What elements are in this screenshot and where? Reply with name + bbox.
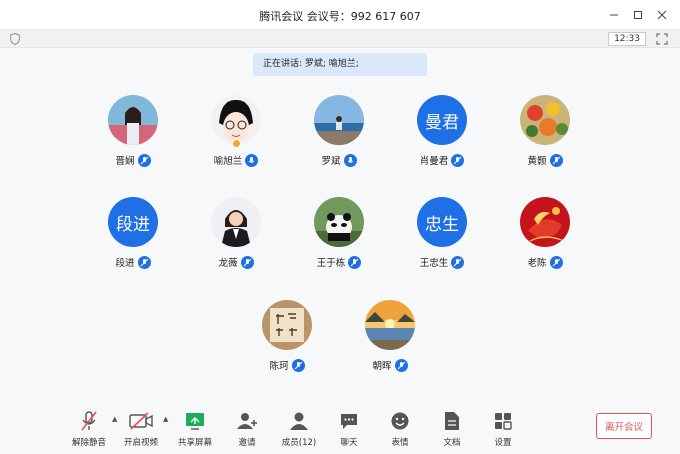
participant-name: 肖曼君 — [419, 156, 449, 167]
avatar — [211, 197, 261, 247]
mic-muted-icon — [240, 255, 254, 269]
share-screen-label: 共享屏幕 — [177, 438, 212, 448]
mic-muted-icon — [549, 153, 563, 167]
title-bar: 腾讯会议 会议号：992 617 607 — [0, 0, 680, 30]
participant-name: 老陈 — [527, 258, 547, 269]
host-badge — [232, 139, 241, 148]
chat-icon — [341, 414, 357, 429]
mic-muted-icon — [137, 255, 151, 269]
mic-muted-icon — [291, 358, 305, 372]
avatar — [262, 300, 312, 350]
speaking-banner: 正在讲话: 罗斌; 喻旭兰; — [253, 53, 427, 76]
members-button[interactable]: 成员(12) — [272, 409, 326, 448]
avatar: 曼君 — [417, 95, 467, 145]
leave-meeting-button[interactable]: 离开会议 — [596, 413, 652, 439]
mic-muted-icon — [549, 255, 563, 269]
participant-name: 黄颢 — [527, 156, 547, 167]
meeting-clock: 12:33 — [608, 32, 646, 46]
docs-button[interactable]: 文档 — [425, 409, 479, 448]
avatar — [365, 300, 415, 350]
members-icon — [290, 412, 308, 430]
mic-off-icon — [81, 411, 97, 431]
meeting-toolbar: 解除静音 ▲ 开启视频 ▲ 共享屏幕 邀请 成员(12) 聊天 表情 文档 设置 — [0, 403, 680, 454]
participant-name: 晋娴 — [115, 156, 135, 167]
close-icon — [657, 10, 667, 20]
participant-name: 王于栋 — [316, 258, 346, 269]
avatar — [314, 95, 364, 145]
fullscreen-icon[interactable] — [656, 33, 668, 45]
emoji-icon — [391, 412, 409, 430]
avatar — [520, 95, 570, 145]
unmute-label: 解除静音 — [71, 438, 106, 448]
info-bar: 12:33 — [0, 30, 680, 48]
emoji-label: 表情 — [391, 438, 409, 448]
minimize-button[interactable] — [602, 4, 626, 26]
docs-label: 文档 — [443, 438, 461, 448]
mic-active-icon — [245, 153, 259, 167]
window-title: 腾讯会议 会议号：992 617 607 — [259, 10, 421, 23]
maximize-icon — [634, 11, 642, 19]
minimize-icon — [610, 14, 618, 16]
document-icon — [445, 412, 459, 430]
participant-name: 段进 — [115, 258, 135, 269]
chat-button[interactable]: 聊天 — [322, 409, 376, 448]
members-label: 成员(12) — [281, 438, 317, 448]
video-off-icon — [129, 412, 153, 430]
invite-button[interactable]: 邀请 — [220, 409, 274, 448]
maximize-button[interactable] — [626, 4, 650, 26]
share-screen-icon — [186, 413, 204, 430]
add-person-icon — [237, 413, 257, 429]
participant-name: 朝晖 — [372, 361, 392, 372]
mic-active-icon — [343, 153, 357, 167]
participant-name: 王忠生 — [419, 258, 449, 269]
avatar: 忠生 — [417, 197, 467, 247]
invite-label: 邀请 — [238, 438, 256, 448]
avatar — [108, 95, 158, 145]
mic-muted-icon — [394, 358, 408, 372]
settings-label: 设置 — [494, 438, 512, 448]
mic-muted-icon — [451, 255, 465, 269]
settings-grid-icon — [495, 413, 512, 430]
emoji-button[interactable]: 表情 — [373, 409, 427, 448]
participant-name: 喻旭兰 — [213, 156, 243, 167]
mic-muted-icon — [348, 255, 362, 269]
mic-muted-icon — [451, 153, 465, 167]
window-controls — [602, 4, 674, 26]
avatar — [314, 197, 364, 247]
start-video-button[interactable]: 开启视频 — [114, 409, 168, 448]
participant-name: 罗斌 — [321, 156, 341, 167]
mic-muted-icon — [137, 153, 151, 167]
avatar — [211, 95, 261, 145]
shield-icon[interactable] — [10, 33, 20, 45]
chat-label: 聊天 — [340, 438, 358, 448]
close-button[interactable] — [650, 4, 674, 26]
avatar — [520, 197, 570, 247]
share-screen-button[interactable]: 共享屏幕 — [168, 409, 222, 448]
participant-name: 龙薇 — [218, 258, 238, 269]
participant-name: 陈珂 — [269, 361, 289, 372]
unmute-button[interactable]: 解除静音 — [62, 409, 116, 448]
avatar: 段进 — [108, 197, 158, 247]
settings-button[interactable]: 设置 — [476, 409, 530, 448]
start-video-label: 开启视频 — [123, 438, 158, 448]
